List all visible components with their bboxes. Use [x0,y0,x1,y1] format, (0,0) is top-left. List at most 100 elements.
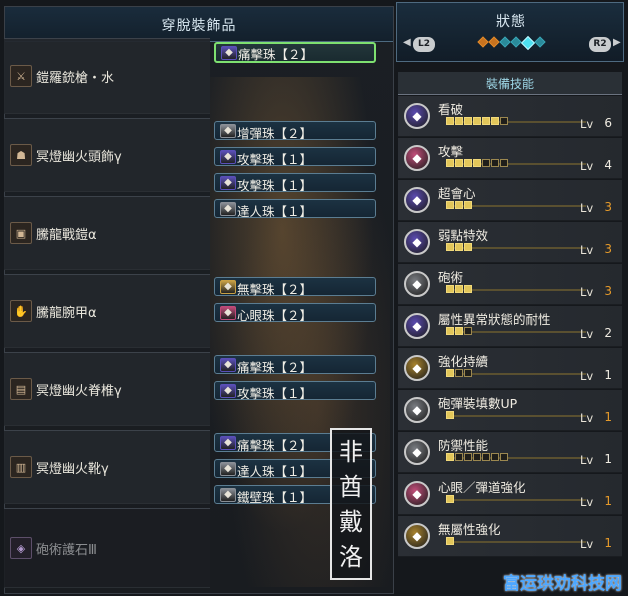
equipment-name: 鎧羅銃槍・水 [36,71,115,86]
jewel-name: 痛擊珠【２】 [237,438,313,453]
equipment-name: 冥燈幽火靴γ [36,462,109,477]
jewel-name: 心眼珠【２】 [237,308,313,323]
skill-track [448,415,586,417]
skill-badge-icon: ◆ [404,187,430,213]
equipment-name: 冥燈幽火頭飾γ [36,150,122,165]
jewel-icon: ◆ [220,176,236,190]
skill-pip [446,285,454,293]
skill-badge-icon: ◆ [404,439,430,465]
skill-row[interactable]: ◆ 屬性異常狀態的耐性 Lv 2 [398,306,622,347]
watermark-char: 洛 [339,542,363,571]
jewel-icon: ◆ [220,462,236,476]
decoration-slot[interactable]: ◆ 心眼珠【２】 [214,303,376,323]
skill-row[interactable]: ◆ 超會心 Lv 3 [398,180,622,221]
skill-level-pips [446,411,454,419]
decoration-slot[interactable]: ◆ 增彈珠【２】 [214,121,376,141]
equipment-row[interactable]: ✋ 騰龍腕甲α [4,274,210,348]
leg-armor-icon: ▥ [10,456,32,478]
skill-row[interactable]: ◆ 防禦性能 Lv 1 [398,432,622,473]
skill-badge-icon: ◆ [404,481,430,507]
jewel-icon: ◆ [220,358,236,372]
skill-row[interactable]: ◆ 看破 Lv 6 [398,96,622,137]
equipment-row[interactable]: ▥ 冥燈幽火靴γ [4,430,210,504]
decoration-panel-title: 穿脫裝飾品 [161,18,237,34]
jewel-name: 無擊珠【２】 [237,282,313,297]
skill-row[interactable]: ◆ 攻擊 Lv 4 [398,138,622,179]
skill-pip [455,369,463,377]
skill-pip [500,159,508,167]
jewel-name: 攻擊珠【１】 [237,386,313,401]
skill-pip [464,327,472,335]
jewel-name: 攻擊珠【１】 [237,152,313,167]
r2-button[interactable]: R2 [589,37,611,52]
decoration-slot[interactable]: ◆ 達人珠【１】 [214,199,376,219]
decoration-slot[interactable]: ◆ 攻擊珠【１】 [214,147,376,167]
equipped-skills-title: 裝備技能 [485,77,534,91]
skill-level-pips [446,201,472,209]
skill-pip [491,159,499,167]
skill-pip [464,201,472,209]
skill-pip [455,159,463,167]
jewel-name: 攻擊珠【１】 [237,178,313,193]
skill-name: 看破 [438,102,464,117]
skill-name: 砲術 [438,270,464,285]
skill-pip [491,117,499,125]
skill-level-pips [446,243,472,251]
skill-badge-icon: ◆ [404,145,430,171]
skill-pip [455,327,463,335]
skill-row[interactable]: ◆ 強化持續 Lv 1 [398,348,622,389]
l2-button[interactable]: L2 [413,37,435,52]
decoration-slot[interactable]: ◆ 痛擊珠【２】 [214,42,376,63]
skill-pip [446,369,454,377]
skill-name: 屬性異常狀態的耐性 [438,312,551,327]
skill-pip [464,243,472,251]
page-dot-icon [477,36,489,48]
skill-row[interactable]: ◆ 心眼／彈道強化 Lv 1 [398,474,622,515]
decoration-slot[interactable]: ◆ 攻擊珠【１】 [214,173,376,193]
status-panel-header: 狀態 ◀ L2 R2 ▶ [396,2,624,62]
skill-pip [491,453,499,461]
skill-pip [473,117,481,125]
jewel-name: 增彈珠【２】 [237,126,313,141]
decoration-slot[interactable]: ◆ 無擊珠【２】 [214,277,376,297]
skill-pip [464,285,472,293]
skill-row[interactable]: ◆ 砲術 Lv 3 [398,264,622,305]
equipment-row[interactable]: ⚔ 鎧羅銃槍・水 [4,38,210,114]
watermark-char: 非 [339,437,363,466]
level-label: Lv [580,159,594,173]
level-label: Lv [580,285,594,299]
skill-pip [446,159,454,167]
skill-level-value: 1 [604,410,612,424]
skill-pip [500,453,508,461]
skill-level-pips [446,159,508,167]
skill-pip [446,243,454,251]
skill-row[interactable]: ◆ 砲彈裝填數UP Lv 1 [398,390,622,431]
equipment-row[interactable]: ▤ 冥燈幽火脊椎γ [4,352,210,426]
jewel-icon: ◆ [220,124,236,138]
skill-badge-icon: ◆ [404,271,430,297]
skill-pip [455,201,463,209]
skill-level-value: 3 [604,284,612,298]
jewel-icon: ◆ [220,436,236,450]
decoration-slot[interactable]: ◆ 痛擊珠【２】 [214,355,376,375]
helm-icon: ☗ [10,144,32,166]
skill-pip [482,117,490,125]
equipment-row[interactable]: ☗ 冥燈幽火頭飾γ [4,118,210,192]
skill-level-pips [446,117,508,125]
skill-row[interactable]: ◆ 弱點特效 Lv 3 [398,222,622,263]
skill-level-pips [446,495,454,503]
equipped-skills-header: 裝備技能 [398,72,622,95]
equipment-row[interactable]: ◈ 砲術護石Ⅲ [4,508,210,588]
jewel-name: 達人珠【１】 [237,204,313,219]
level-label: Lv [580,369,594,383]
page-indicator [477,35,546,51]
skill-pip [482,159,490,167]
skill-name: 弱點特效 [438,228,489,243]
skill-level-value: 2 [604,326,612,340]
skill-pip [500,117,508,125]
equipment-row[interactable]: ▣ 騰龍戰鎧α [4,196,210,270]
decoration-panel-header: 穿脫裝飾品 [5,7,393,42]
skill-row[interactable]: ◆ 無屬性強化 Lv 1 [398,516,622,557]
decoration-slot[interactable]: ◆ 攻擊珠【１】 [214,381,376,401]
weapon-gunlance-icon: ⚔ [10,65,32,87]
